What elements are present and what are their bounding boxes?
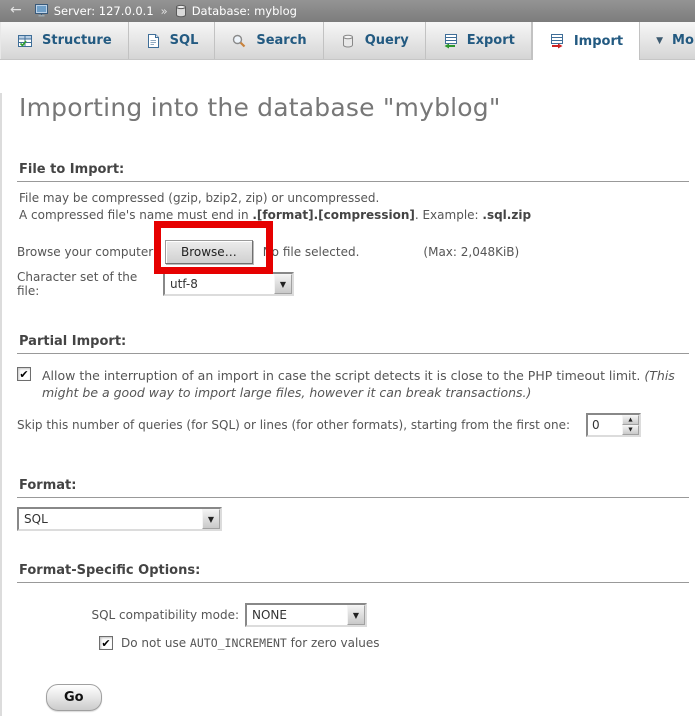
auto-increment-row: ✔ Do not use AUTO_INCREMENT for zero val… bbox=[17, 636, 689, 650]
tab-export[interactable]: Export bbox=[426, 22, 532, 59]
partial-import-heading: Partial Import: bbox=[17, 334, 689, 354]
tab-more[interactable]: ▼ More bbox=[640, 22, 695, 59]
sql-file-icon bbox=[145, 33, 161, 49]
sql-compat-select[interactable]: NONE ▼ bbox=[245, 603, 367, 627]
auto-increment-text: Do not use AUTO_INCREMENT for zero value… bbox=[121, 636, 380, 650]
charset-row: Character set of the file: utf-8 ▼ bbox=[17, 270, 689, 298]
dropdown-arrow-icon[interactable]: ▼ bbox=[274, 274, 292, 294]
sql-compat-label: SQL compatibility mode: bbox=[17, 608, 245, 622]
format-specific-options-heading: Format-Specific Options: bbox=[17, 563, 689, 583]
format-selected-value: SQL bbox=[19, 509, 202, 529]
file-to-import-heading: File to Import: bbox=[17, 162, 689, 182]
tab-label: Search bbox=[256, 33, 306, 48]
page-title: Importing into the database "myblog" bbox=[19, 93, 689, 122]
auto-increment-checkbox[interactable]: ✔ bbox=[99, 636, 113, 650]
breadcrumb-database-label: Database: myblog bbox=[192, 4, 297, 18]
browse-label: Browse your computer: bbox=[17, 245, 165, 259]
import-form: Importing into the database "myblog" Fil… bbox=[0, 93, 695, 716]
charset-label: Character set of the file: bbox=[17, 270, 163, 298]
dropdown-arrow-icon[interactable]: ▼ bbox=[202, 509, 220, 529]
checkmark-icon: ✔ bbox=[19, 369, 28, 380]
format-heading: Format: bbox=[17, 478, 689, 498]
export-icon bbox=[442, 33, 458, 49]
search-icon bbox=[231, 33, 247, 49]
browse-row: Browse your computer: Browse… No file se… bbox=[17, 240, 689, 264]
chevron-down-icon: ▼ bbox=[656, 36, 663, 46]
compression-info-line2: A compressed file's name must end in .[f… bbox=[19, 207, 689, 223]
skip-queries-row: Skip this number of queries (for SQL) or… bbox=[17, 413, 689, 437]
skip-queries-stepper: ▲ ▼ bbox=[586, 413, 641, 437]
sql-compat-selected-value: NONE bbox=[247, 605, 347, 625]
charset-select[interactable]: utf-8 ▼ bbox=[163, 272, 294, 296]
tab-label: Structure bbox=[42, 33, 112, 48]
skip-queries-input[interactable] bbox=[588, 415, 622, 435]
tab-sql[interactable]: SQL bbox=[129, 22, 216, 59]
no-file-selected-text: No file selected. bbox=[263, 245, 360, 259]
phpmyadmin-import-page: ← Server: 127.0.0.1 » Database: myblog S… bbox=[0, 0, 695, 716]
charset-selected-value: utf-8 bbox=[165, 274, 274, 294]
breadcrumb-database-link[interactable]: Database: myblog bbox=[175, 4, 297, 18]
go-button[interactable]: Go bbox=[46, 684, 102, 711]
sql-compat-row: SQL compatibility mode: NONE ▼ bbox=[17, 603, 689, 627]
tab-search[interactable]: Search bbox=[215, 22, 323, 59]
stepper-up-button[interactable]: ▲ bbox=[622, 415, 639, 425]
tab-query[interactable]: Query bbox=[324, 22, 426, 59]
breadcrumb-separator: » bbox=[161, 4, 168, 18]
database-icon bbox=[175, 4, 187, 18]
skip-queries-label: Skip this number of queries (for SQL) or… bbox=[17, 418, 570, 432]
tab-label: Export bbox=[467, 33, 515, 48]
allow-interrupt-text: Allow the interruption of an import in c… bbox=[42, 367, 689, 401]
tab-label: Import bbox=[574, 34, 623, 49]
dropdown-arrow-icon[interactable]: ▼ bbox=[347, 605, 365, 625]
format-row: SQL ▼ bbox=[17, 507, 689, 531]
checkmark-icon: ✔ bbox=[101, 638, 110, 649]
tab-label: Query bbox=[365, 33, 409, 48]
tab-label: SQL bbox=[170, 33, 199, 48]
max-upload-size: (Max: 2,048KiB) bbox=[423, 245, 519, 259]
structure-icon bbox=[17, 33, 33, 49]
breadcrumb-server-link[interactable]: Server: 127.0.0.1 bbox=[35, 4, 154, 18]
import-icon bbox=[549, 33, 565, 49]
server-icon bbox=[35, 4, 49, 18]
browse-button[interactable]: Browse… bbox=[165, 240, 253, 264]
tab-bar: Structure SQL Search Query Export bbox=[0, 22, 695, 60]
format-select[interactable]: SQL ▼ bbox=[17, 507, 222, 531]
back-arrow-icon[interactable]: ← bbox=[8, 3, 28, 19]
tab-structure[interactable]: Structure bbox=[0, 22, 129, 59]
breadcrumb-server-label: Server: 127.0.0.1 bbox=[54, 4, 154, 18]
allow-interrupt-checkbox[interactable]: ✔ bbox=[17, 367, 31, 381]
query-database-icon bbox=[340, 33, 356, 49]
server-breadcrumb-bar: ← Server: 127.0.0.1 » Database: myblog bbox=[0, 0, 695, 22]
stepper-down-button[interactable]: ▼ bbox=[622, 425, 639, 435]
allow-interrupt-row: ✔ Allow the interruption of an import in… bbox=[17, 367, 689, 401]
tab-import[interactable]: Import bbox=[532, 22, 640, 60]
tab-label: More bbox=[672, 33, 695, 48]
compression-info-line1: File may be compressed (gzip, bzip2, zip… bbox=[19, 190, 689, 206]
